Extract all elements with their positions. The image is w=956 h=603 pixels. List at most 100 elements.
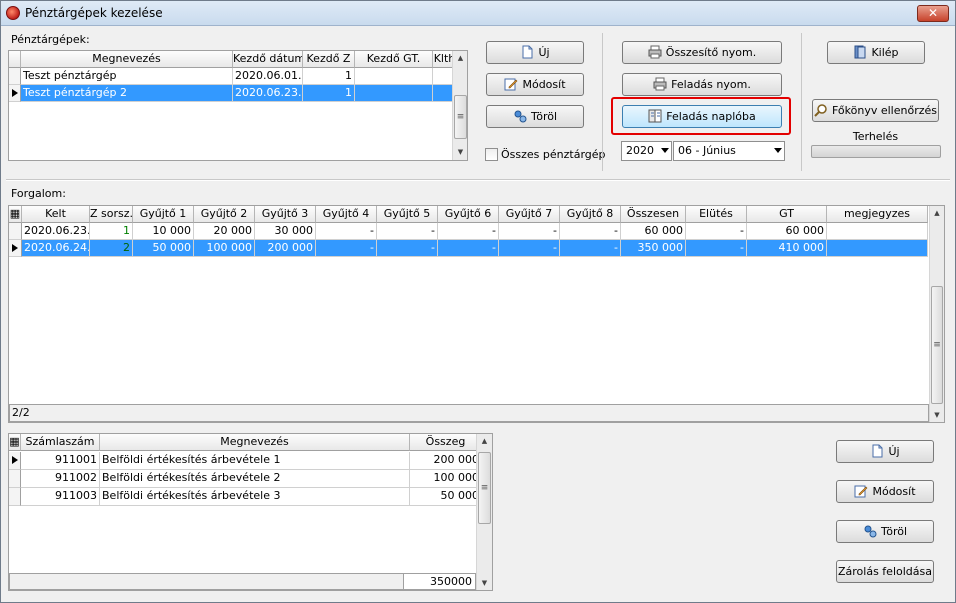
grid-menu-icon[interactable]: ▦ — [9, 434, 21, 451]
section-divider — [6, 179, 950, 181]
summary-print-label: Összesítő nyom. — [665, 46, 757, 59]
post-print-button[interactable]: Feladás nyom. — [622, 73, 782, 96]
cell-value: - — [438, 223, 499, 240]
post-journal-button[interactable]: Feladás naplóba — [622, 105, 782, 128]
new-label: Új — [538, 46, 550, 59]
accounts-scrollbar[interactable]: ▲ ≡ ▼ — [476, 434, 492, 590]
cell-value: 200 000 — [255, 240, 316, 257]
year-select[interactable]: 2020 — [621, 141, 672, 161]
col-header[interactable]: GT — [747, 206, 827, 223]
indicator-header — [9, 51, 21, 68]
delete-account-button[interactable]: Töröl — [836, 520, 934, 543]
month-select[interactable]: 06 - Június — [673, 141, 785, 161]
debit-progress-bar — [811, 145, 941, 158]
cell-gt: 60 000 — [747, 223, 827, 240]
row-indicator-current — [9, 452, 21, 470]
col-header[interactable]: Gyűjtő 7 — [499, 206, 560, 223]
exit-button[interactable]: Kilép — [827, 41, 925, 64]
journal-icon — [648, 109, 662, 123]
register-name: Teszt pénztárgép — [21, 68, 233, 85]
printer-icon — [648, 45, 662, 59]
col-header[interactable]: Z sorsz. — [90, 206, 133, 223]
account-number: 911001 — [21, 452, 100, 470]
col-header-name[interactable]: Megnevezés — [100, 434, 410, 451]
delete-label: Töröl — [530, 110, 558, 123]
scroll-thumb[interactable]: ≡ — [478, 452, 491, 524]
registers-scrollbar[interactable]: ▲ ≡ ▼ — [452, 51, 467, 160]
register-date: 2020.06.01. — [233, 68, 303, 85]
unlock-button[interactable]: Zárolás feloldása — [836, 560, 934, 583]
delete-label: Töröl — [880, 525, 908, 538]
turnover-scrollbar[interactable]: ▲ ≡ ▼ — [929, 206, 944, 422]
summary-print-button[interactable]: Összesítő nyom. — [622, 41, 782, 64]
row-indicator-current — [9, 85, 21, 102]
register-date: 2020.06.23. — [233, 85, 303, 102]
col-header[interactable]: Gyűjtő 8 — [560, 206, 621, 223]
scroll-down-icon[interactable]: ▼ — [477, 576, 492, 590]
registers-label: Pénztárgépek: — [11, 33, 90, 46]
close-button[interactable]: ✕ — [917, 5, 949, 22]
col-header[interactable]: Kelt — [22, 206, 90, 223]
col-header-start-z[interactable]: Kezdő Z — [303, 51, 355, 68]
scroll-up-icon[interactable]: ▲ — [477, 434, 492, 448]
col-header-account[interactable]: Számlaszám — [21, 434, 100, 451]
col-header[interactable]: Gyűjtő 6 — [438, 206, 499, 223]
cell-value: 30 000 — [255, 223, 316, 240]
cell-total: 350 000 — [621, 240, 686, 257]
edit-register-button[interactable]: Módosít — [486, 73, 584, 96]
turnover-grid[interactable]: ▦ Kelt Z sorsz. Gyűjtő 1 Gyűjtő 2 Gyűjtő… — [8, 205, 945, 423]
edit-label: Módosít — [522, 78, 566, 91]
edit-label: Módosít — [872, 485, 916, 498]
exit-door-icon — [854, 45, 866, 59]
printer-icon — [653, 77, 667, 91]
window-title: Pénztárgépek kezelése — [25, 6, 163, 20]
accounts-footer — [9, 573, 409, 590]
scroll-up-icon[interactable]: ▲ — [930, 206, 944, 220]
accounts-grid[interactable]: ▦ Számlaszám Megnevezés Összeg 911001 Be… — [8, 433, 493, 591]
new-register-button[interactable]: Új — [486, 41, 584, 64]
col-header-start-gt[interactable]: Kezdő GT. — [355, 51, 433, 68]
registers-grid[interactable]: Megnevezés Kezdő dátum Kezdő Z Kezdő GT.… — [8, 50, 468, 161]
magnifier-icon — [814, 104, 827, 117]
scroll-thumb[interactable]: ≡ — [454, 95, 467, 139]
cell-value: - — [316, 240, 377, 257]
all-registers-checkbox[interactable] — [485, 148, 498, 161]
scroll-down-icon[interactable]: ▼ — [453, 145, 467, 159]
account-number: 911002 — [21, 470, 100, 488]
row-indicator — [9, 488, 21, 506]
cell-value: - — [377, 240, 438, 257]
cell-note — [827, 240, 928, 257]
col-header[interactable]: Gyűjtő 5 — [377, 206, 438, 223]
col-header-start-date[interactable]: Kezdő dátum — [233, 51, 303, 68]
col-header[interactable]: Gyűjtő 3 — [255, 206, 316, 223]
cell-value: 10 000 — [133, 223, 194, 240]
new-account-button[interactable]: Új — [836, 440, 934, 463]
scroll-up-icon[interactable]: ▲ — [453, 51, 467, 65]
grid-menu-icon[interactable]: ▦ — [9, 206, 22, 223]
edit-account-button[interactable]: Módosít — [836, 480, 934, 503]
delete-register-button[interactable]: Töröl — [486, 105, 584, 128]
new-document-icon — [522, 45, 533, 59]
cell-value: - — [686, 223, 747, 240]
col-header[interactable]: Összesen — [621, 206, 686, 223]
new-document-icon — [872, 444, 883, 458]
delete-gears-icon — [514, 110, 527, 123]
register-gt — [355, 68, 433, 85]
col-header[interactable]: megjegyzes — [827, 206, 928, 223]
col-header[interactable]: Gyűjtő 4 — [316, 206, 377, 223]
ledger-check-button[interactable]: Főkönyv ellenőrzés — [812, 99, 939, 122]
row-indicator — [9, 68, 21, 85]
col-header-name[interactable]: Megnevezés — [21, 51, 233, 68]
row-indicator — [9, 223, 22, 240]
scroll-thumb[interactable]: ≡ — [931, 286, 943, 404]
col-header[interactable]: Elütés — [686, 206, 747, 223]
account-amount: 100 000 — [410, 470, 482, 488]
col-header-amount[interactable]: Összeg — [410, 434, 482, 451]
col-header[interactable]: Gyűjtő 2 — [194, 206, 255, 223]
account-name: Belföldi értékesítés árbevétele 1 — [100, 452, 410, 470]
row-indicator-current — [9, 240, 22, 257]
exit-label: Kilép — [871, 46, 899, 59]
col-header[interactable]: Gyűjtő 1 — [133, 206, 194, 223]
ledger-check-label: Főkönyv ellenőrzés — [831, 104, 937, 117]
scroll-down-icon[interactable]: ▼ — [930, 408, 944, 422]
